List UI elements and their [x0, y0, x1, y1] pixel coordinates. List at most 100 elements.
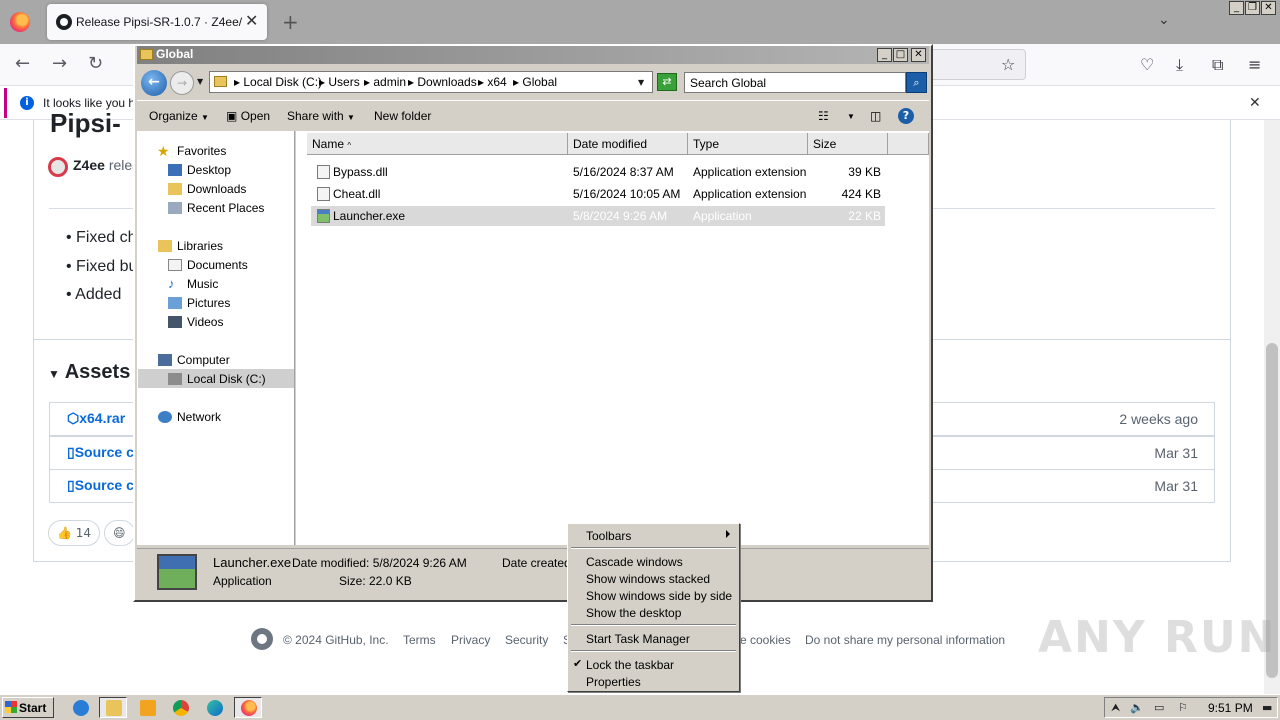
nav-network[interactable]: Network	[177, 410, 221, 424]
pocket-icon[interactable]: ♡	[1140, 55, 1154, 74]
column-header-size[interactable]: Size	[808, 133, 888, 155]
breadcrumb-item[interactable]: ▸ x64	[478, 75, 507, 89]
nav-pictures[interactable]: Pictures	[187, 296, 230, 310]
author-link[interactable]: Z4ee	[73, 157, 105, 173]
assets-heading[interactable]: ▼ Assets	[48, 361, 130, 384]
menu-item-show-desktop[interactable]: Show the desktop	[586, 606, 681, 620]
tab-close-icon[interactable]: ✕	[245, 11, 258, 30]
taskbar-chrome[interactable]	[166, 697, 194, 718]
menu-item-cascade[interactable]: Cascade windows	[586, 555, 683, 569]
search-icon[interactable]: ⌕	[906, 72, 927, 93]
nav-documents[interactable]: Documents	[187, 258, 248, 272]
asset-link[interactable]: ▯Source c	[67, 477, 134, 494]
taskbar-explorer[interactable]	[99, 697, 127, 718]
show-hidden-icons-icon[interactable]: ⮝	[1111, 701, 1120, 715]
nav-music[interactable]: Music	[187, 277, 218, 291]
folder-icon	[140, 49, 153, 60]
show-desktop-icon[interactable]: ▬	[1262, 701, 1272, 714]
back-arrow-icon[interactable]: ←	[15, 53, 30, 74]
close-window-button[interactable]: ✕	[1261, 1, 1276, 15]
action-center-flag-icon[interactable]: ⚐	[1178, 701, 1188, 714]
view-chevron-down-icon[interactable]: ▼	[847, 112, 855, 121]
asset-link[interactable]: ⬡x64.rar	[67, 410, 125, 427]
menu-item-toolbars[interactable]: Toolbars	[586, 529, 631, 543]
breadcrumb-item[interactable]: ▸ Users	[319, 75, 360, 89]
footer-link-do-not-share[interactable]: Do not share my personal information	[805, 633, 1005, 647]
taskbar-ie[interactable]	[66, 697, 94, 718]
file-row-selected[interactable]: Launcher.exe 5/8/2024 9:26 AM Applicatio…	[311, 206, 885, 226]
explorer-title-bar[interactable]	[137, 46, 929, 64]
back-arrow-icon[interactable]: ←	[141, 70, 167, 96]
nav-recent-places[interactable]: Recent Places	[187, 201, 264, 215]
explorer-close-button[interactable]: ✕	[911, 48, 926, 62]
forward-arrow-icon[interactable]: →	[52, 53, 67, 74]
recent-pages-chevron-icon[interactable]: ▼	[197, 77, 203, 86]
new-tab-button[interactable]: +	[282, 10, 299, 34]
file-row[interactable]: Cheat.dll 5/16/2024 10:05 AM Application…	[311, 184, 885, 204]
release-title: Pipsi-	[50, 108, 121, 138]
network-tray-icon[interactable]: ▭	[1154, 701, 1164, 714]
menu-item-lock-taskbar[interactable]: Lock the taskbar	[586, 658, 674, 672]
breadcrumb-item[interactable]: ▸ Local Disk (C:)	[234, 75, 322, 89]
organize-button[interactable]: Organize ▼	[149, 109, 209, 123]
asset-link[interactable]: ▯Source c	[67, 444, 134, 461]
watermark-logo: ANY RUN	[1038, 612, 1277, 663]
nav-computer[interactable]: Computer	[177, 353, 230, 367]
footer-link-terms[interactable]: Terms	[403, 633, 436, 647]
open-button[interactable]: ▣ Open	[226, 109, 270, 123]
nav-local-disk[interactable]: Local Disk (C:)	[187, 372, 266, 386]
new-folder-button[interactable]: New folder	[374, 109, 431, 123]
help-icon[interactable]: ?	[898, 108, 914, 124]
nav-favorites[interactable]: Favorites	[177, 144, 226, 158]
volume-icon[interactable]: 🔈	[1130, 701, 1144, 714]
address-dropdown-icon[interactable]: ▼	[638, 78, 644, 87]
github-logo-icon[interactable]	[251, 628, 273, 650]
avatar[interactable]	[48, 157, 68, 177]
notification-close-icon[interactable]: ✕	[1249, 95, 1261, 111]
refresh-icon[interactable]: ⇄	[657, 73, 677, 91]
column-header-type[interactable]: Type	[688, 133, 808, 155]
reload-icon[interactable]: ↻	[88, 53, 103, 74]
menu-item-task-manager[interactable]: Start Task Manager	[586, 632, 690, 646]
release-note-text: Fixed ch	[76, 229, 137, 246]
nav-downloads[interactable]: Downloads	[187, 182, 246, 196]
share-with-label: Share with	[287, 109, 344, 123]
footer-link-cookies[interactable]: e cookies	[740, 633, 791, 647]
share-with-button[interactable]: Share with ▼	[287, 109, 355, 123]
view-options-icon[interactable]: ☷	[818, 109, 829, 123]
reaction-thumbs-up[interactable]: 👍 14	[48, 520, 101, 546]
nav-videos[interactable]: Videos	[187, 315, 223, 329]
footer-link-security[interactable]: Security	[505, 633, 548, 647]
reaction-smile[interactable]: 😄	[104, 520, 135, 546]
menu-item-stacked[interactable]: Show windows stacked	[586, 572, 710, 586]
taskbar-media-player[interactable]	[133, 697, 161, 718]
extensions-icon[interactable]: ⧉	[1212, 55, 1223, 75]
explorer-minimize-button[interactable]: _	[877, 48, 892, 62]
file-row[interactable]: Bypass.dll 5/16/2024 8:37 AM Application…	[311, 162, 885, 182]
nav-libraries[interactable]: Libraries	[177, 239, 223, 253]
menu-icon[interactable]: ≡	[1248, 55, 1261, 74]
downloads-icon[interactable]: ⤓	[1176, 55, 1183, 75]
taskbar-clock[interactable]: 9:51 PM	[1208, 701, 1253, 715]
preview-pane-icon[interactable]: ◫	[870, 109, 881, 123]
restore-window-button[interactable]: ❐	[1245, 1, 1260, 15]
breadcrumb-item[interactable]: ▸ Downloads	[408, 75, 477, 89]
forward-arrow-icon[interactable]: →	[170, 71, 194, 95]
firefox-icon[interactable]	[10, 12, 30, 32]
notification-accent	[4, 88, 7, 118]
list-all-tabs-icon[interactable]: ⌄	[1158, 12, 1170, 28]
bookmark-star-icon[interactable]: ☆	[1001, 55, 1015, 74]
menu-item-properties[interactable]: Properties	[586, 675, 641, 689]
menu-item-side-by-side[interactable]: Show windows side by side	[586, 589, 732, 603]
nav-desktop[interactable]: Desktop	[187, 163, 231, 177]
taskbar-edge[interactable]	[200, 697, 228, 718]
explorer-maximize-button[interactable]: □	[893, 48, 908, 62]
minimize-window-button[interactable]: _	[1229, 1, 1244, 15]
footer-link-privacy[interactable]: Privacy	[451, 633, 490, 647]
breadcrumb-item[interactable]: ▸ Global	[513, 75, 557, 89]
music-icon: ♪	[168, 276, 175, 291]
column-header-name[interactable]: Name ^	[307, 133, 568, 155]
column-header-date[interactable]: Date modified	[568, 133, 688, 155]
breadcrumb-item[interactable]: ▸ admin	[364, 75, 406, 89]
taskbar-firefox[interactable]	[234, 697, 262, 718]
